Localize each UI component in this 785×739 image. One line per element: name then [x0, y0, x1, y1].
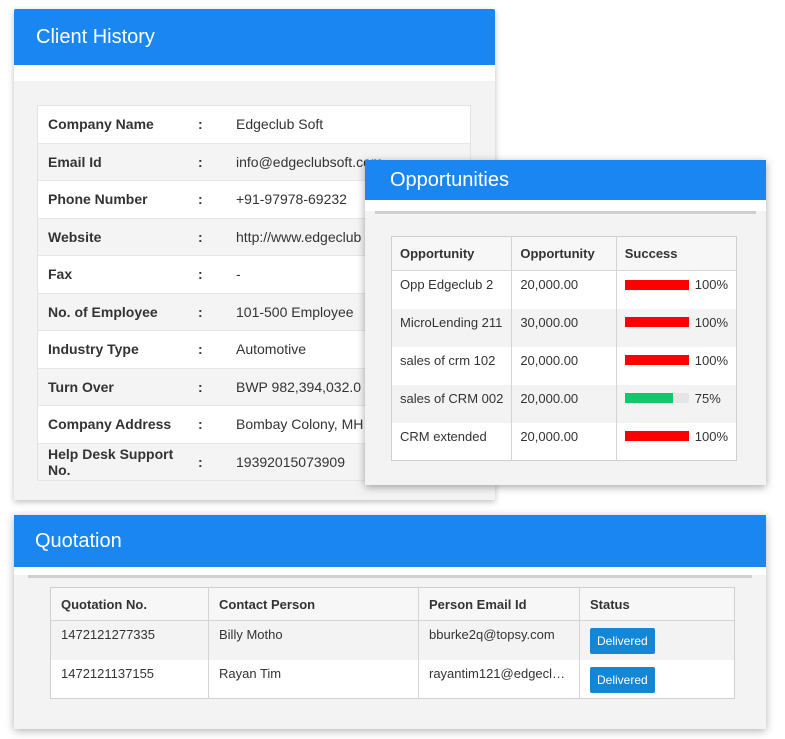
client-row-company-name: Company Name: Edgeclub Soft — [37, 105, 471, 144]
opportunity-amount: 20,000.00 — [511, 346, 617, 385]
separator: : — [198, 180, 236, 219]
separator: : — [198, 218, 236, 256]
quotation-row[interactable]: 1472121137155 Rayan Tim rayantim121@edgecl… — [50, 659, 735, 699]
field-label: Company Address — [37, 405, 198, 444]
divider — [28, 575, 752, 578]
quotation-number[interactable]: 1472121277335 — [50, 620, 209, 660]
field-label: Turn Over — [37, 368, 198, 406]
field-value: Edgeclub Soft — [236, 105, 471, 144]
divider — [375, 211, 756, 214]
field-label: Help Desk Support No. — [37, 443, 198, 481]
separator: : — [198, 105, 236, 144]
column-header-quotation-no[interactable]: Quotation No. — [50, 587, 209, 621]
client-history-title: Client History — [36, 25, 155, 48]
contact-person: Rayan Tim — [208, 659, 419, 699]
success-progress-bar — [624, 317, 689, 327]
opportunity-name[interactable]: sales of CRM 002 — [391, 384, 513, 423]
success-percent: 100% — [694, 352, 728, 368]
opportunity-amount: 20,000.00 — [511, 422, 617, 461]
quotation-header: Quotation — [14, 515, 766, 567]
separator: : — [198, 368, 236, 406]
opportunity-row[interactable]: Opp Edgeclub 2 20,000.00 100% — [391, 270, 737, 309]
opportunity-amount: 30,000.00 — [511, 308, 617, 347]
opportunity-name[interactable]: MicroLending 211 — [391, 308, 513, 347]
success-percent: 75% — [694, 390, 721, 406]
field-label: No. of Employee — [37, 293, 198, 331]
separator: : — [198, 405, 236, 444]
success-progress-bar — [624, 431, 689, 441]
success-percent: 100% — [694, 277, 728, 292]
quotation-title: Quotation — [35, 529, 122, 552]
quotation-panel: Quotation Quotation No. Contact Person P… — [14, 515, 766, 729]
column-header-status[interactable]: Status — [579, 587, 735, 621]
status-cell: Delivered — [580, 660, 735, 699]
opportunity-name[interactable]: Opp Edgeclub 2 — [391, 270, 513, 309]
opportunity-name[interactable]: sales of crm 102 — [391, 346, 513, 385]
contact-person: Billy Motho — [208, 620, 419, 660]
opportunities-header: Opportunities — [365, 160, 766, 200]
success-progress-fill — [624, 393, 673, 403]
email-text: rayantim121@edgeclu… — [429, 665, 569, 681]
status-cell: Delivered — [579, 620, 735, 660]
field-label: Phone Number — [37, 180, 198, 219]
success-progress-fill — [624, 355, 689, 365]
quotation-number[interactable]: 1472121137155 — [50, 659, 209, 699]
separator: : — [198, 143, 236, 181]
opportunity-success: 75% — [616, 384, 737, 423]
success-progress-fill — [624, 317, 689, 327]
success-percent: 100% — [694, 314, 728, 330]
field-label: Email Id — [37, 143, 198, 181]
email-text: bburke2q@topsy.com — [429, 627, 555, 642]
success-progress-bar — [624, 393, 689, 403]
opportunity-row[interactable]: MicroLending 211 30,000.00 100% — [391, 308, 737, 347]
separator: : — [198, 330, 236, 369]
column-header-success[interactable]: Success — [616, 236, 737, 271]
field-label: Industry Type — [37, 330, 198, 369]
opportunity-success: 100% — [616, 308, 737, 347]
separator: : — [198, 255, 236, 294]
field-label: Website — [37, 218, 198, 256]
opportunity-row[interactable]: sales of CRM 002 20,000.00 75% — [391, 384, 737, 423]
opportunity-name[interactable]: CRM extended — [391, 422, 513, 461]
separator: : — [198, 443, 236, 481]
success-percent: 100% — [694, 428, 728, 444]
person-email[interactable]: bburke2q@topsy.com — [418, 620, 580, 660]
opportunity-row[interactable]: sales of crm 102 20,000.00 100% — [391, 346, 737, 385]
status-badge[interactable]: Delivered — [590, 628, 655, 654]
success-progress-bar — [624, 279, 689, 290]
opportunity-amount: 20,000.00 — [511, 384, 617, 423]
column-header-opportunity-name[interactable]: Opportunity — [391, 236, 513, 271]
opportunities-table: Opportunity Opportunity Success Opp Edge… — [391, 236, 737, 461]
quotation-table: Quotation No. Contact Person Person Emai… — [50, 587, 735, 699]
opportunity-success: 100% — [616, 271, 736, 309]
opportunities-title: Opportunities — [390, 168, 509, 191]
opportunities-panel: Opportunities Opportunity Opportunity Su… — [365, 160, 766, 485]
opportunity-success: 100% — [616, 423, 736, 461]
field-label: Fax — [37, 255, 198, 294]
opportunity-amount: 20,000.00 — [511, 270, 617, 309]
separator: : — [198, 293, 236, 331]
success-progress-fill — [624, 431, 689, 441]
success-progress-fill — [624, 279, 689, 290]
status-badge[interactable]: Delivered — [590, 666, 655, 693]
client-history-header: Client History — [14, 9, 495, 65]
success-progress-bar — [624, 355, 689, 365]
person-email[interactable]: rayantim121@edgeclu… — [418, 659, 580, 699]
field-label: Company Name — [37, 105, 198, 144]
column-header-opportunity-amount[interactable]: Opportunity — [511, 236, 617, 271]
quotation-row[interactable]: 1472121277335 Billy Motho bburke2q@topsy.c… — [50, 620, 735, 660]
column-header-contact-person[interactable]: Contact Person — [208, 587, 419, 621]
opportunity-row[interactable]: CRM extended 20,000.00 100% — [391, 422, 737, 461]
column-header-email[interactable]: Person Email Id — [418, 587, 580, 621]
opportunity-success: 100% — [616, 347, 736, 385]
